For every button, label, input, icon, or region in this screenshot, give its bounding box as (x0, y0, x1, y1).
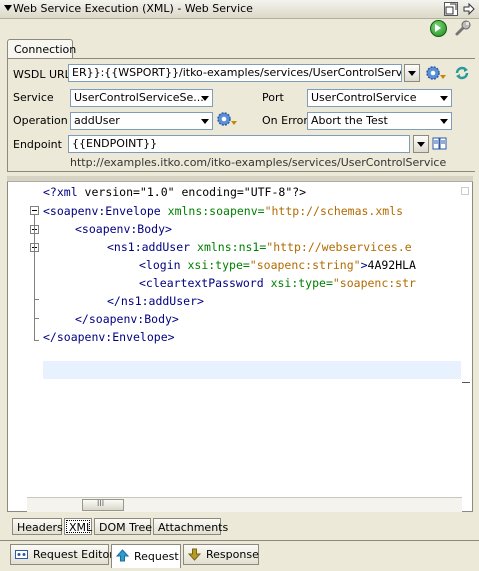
code-line-8: </soapenv:Body> (75, 312, 179, 326)
collapse-triangle-icon[interactable] (4, 5, 12, 11)
tab-request-editor[interactable]: Request Editor (10, 544, 114, 565)
code-line-5: <login xsi:type="soapenc:string">4A92HLA (139, 258, 416, 272)
next-icon[interactable] (462, 2, 476, 16)
gear-dropdown-icon[interactable] (424, 64, 446, 82)
on-error-label: On Error (262, 114, 308, 127)
tab-headers[interactable]: Headers (12, 518, 63, 535)
fold-guide-line (34, 215, 35, 340)
endpoint-details-icon[interactable] (432, 136, 448, 152)
operation-label: Operation (13, 114, 68, 127)
service-select[interactable]: UserControlServiceSe... (70, 89, 213, 107)
port-label: Port (262, 91, 284, 104)
wsdl-dropdown-button[interactable] (404, 64, 420, 82)
endpoint-resolved-text: http://examples.itko.com/itko-examples/s… (70, 156, 447, 169)
scrollbar-grip: III (97, 499, 105, 508)
scrollbar-thumb[interactable]: III (82, 499, 124, 511)
tab-dom-tree[interactable]: DOM Tree (94, 518, 152, 535)
endpoint-input[interactable]: {{ENDPOINT}} (68, 135, 410, 153)
port-select[interactable]: UserControlService (307, 89, 452, 107)
run-icon[interactable] (430, 20, 447, 37)
operation-value: addUser (74, 114, 120, 127)
tab-xml[interactable]: XML (64, 518, 92, 535)
current-line-highlight (43, 361, 461, 379)
port-value: UserControlService (311, 91, 417, 104)
tab-request[interactable]: Request (111, 544, 181, 568)
title-bar: Web Service Execution (XML) - Web Servic… (0, 0, 479, 19)
tab-request-label: Request (134, 550, 179, 563)
code-line-3: <soapenv:Body> (75, 222, 172, 236)
response-arrow-icon (187, 548, 202, 561)
tab-response-label: Response (206, 548, 259, 561)
code-line-6: <cleartextPassword xsi:type="soapenc:str (139, 276, 416, 290)
code-line-2: <soapenv:Envelope xmlns:soapenv="http://… (43, 204, 404, 218)
fold-end-mark (34, 299, 39, 300)
code-line-1: <?xml version="1.0" encoding="UTF-8"?> (43, 185, 307, 199)
tab-request-editor-label: Request Editor (33, 548, 114, 561)
endpoint-label: Endpoint (13, 138, 62, 151)
on-error-value: Abort the Test (311, 114, 388, 127)
refresh-icon[interactable] (453, 64, 471, 82)
fold-end-mark (34, 340, 39, 341)
endpoint-dropdown-button[interactable] (413, 135, 429, 153)
tab-response[interactable]: Response (183, 544, 259, 565)
wsdl-url-label: WSDL URL (13, 68, 71, 81)
window-title: Web Service Execution (XML) - Web Servic… (13, 2, 253, 15)
fold-toggle-envelope[interactable] (30, 206, 39, 215)
operation-select[interactable]: addUser (70, 112, 213, 130)
wsdl-url-input[interactable]: ER}}:{{WSPORT}}/itko-examples/services/U… (68, 64, 402, 82)
code-line-9: </soapenv:Envelope> (43, 330, 175, 344)
wrench-icon[interactable] (454, 19, 472, 37)
editor-splitter[interactable] (7, 176, 473, 182)
main-tabs-separator (0, 540, 479, 541)
caret-marker (462, 382, 470, 383)
on-error-select[interactable]: Abort the Test (307, 112, 452, 130)
service-value: UserControlServiceSe... (74, 91, 204, 104)
code-line-7: </ns1:addUser> (107, 294, 204, 308)
service-label: Service (13, 91, 54, 104)
restore-icon[interactable] (444, 2, 458, 16)
code-line-4: <ns1:addUser xmlns:ns1="http://webservic… (107, 240, 412, 254)
xml-decl-token: <?xml (43, 185, 78, 199)
horizontal-scrollbar[interactable]: III (27, 497, 462, 512)
tab-attachments[interactable]: Attachments (153, 518, 228, 535)
request-arrow-icon (115, 549, 130, 562)
overview-marker[interactable] (461, 187, 469, 195)
fold-end-mark (34, 318, 39, 319)
request-editor-icon (15, 548, 28, 561)
tab-connection[interactable]: Connection (7, 39, 76, 59)
operation-gear-icon[interactable] (215, 110, 237, 128)
